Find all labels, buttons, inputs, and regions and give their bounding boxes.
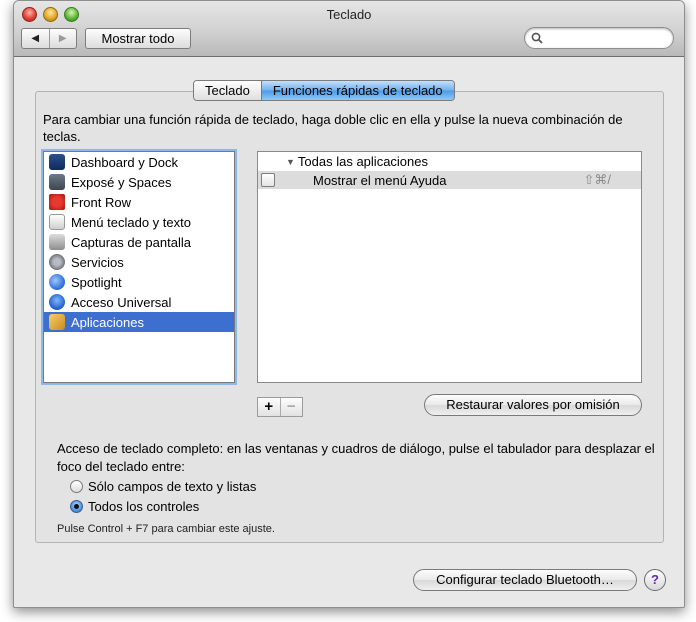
setup-bluetooth-keyboard-button[interactable]: Configurar teclado Bluetooth…: [413, 569, 637, 591]
category-label: Capturas de pantalla: [71, 234, 191, 250]
help-button[interactable]: ?: [644, 569, 666, 591]
window-title: Teclado: [326, 7, 372, 22]
category-item-keyboard-menu[interactable]: Menú teclado y texto: [44, 212, 234, 232]
radio-button[interactable]: [70, 479, 83, 493]
shortcut-enabled-checkbox[interactable]: [261, 173, 275, 187]
category-item-universal-access[interactable]: Acceso Universal: [44, 292, 234, 312]
front-row-icon: [49, 194, 65, 210]
restore-defaults-button[interactable]: Restaurar valores por omisión: [424, 394, 642, 416]
category-item-services[interactable]: Servicios: [44, 252, 234, 272]
services-gear-icon: [49, 254, 65, 270]
show-all-button[interactable]: Mostrar todo: [85, 28, 191, 49]
shortcut-group-label: Todas las aplicaciones: [297, 154, 428, 169]
shortcut-group-all-apps[interactable]: ▼ Todas las aplicaciones: [258, 152, 641, 171]
shortcut-hint-text: Pulse Control + F7 para cambiar este aju…: [57, 523, 275, 535]
tab-keyboard[interactable]: Teclado: [194, 81, 261, 100]
category-label: Aplicaciones: [71, 314, 144, 330]
back-forward-control: ◀ ▶: [21, 28, 77, 49]
tab-keyboard-shortcuts[interactable]: Funciones rápidas de teclado: [260, 81, 454, 100]
add-remove-control: + −: [257, 397, 303, 417]
expose-icon: [49, 174, 65, 190]
tab-bar: Teclado Funciones rápidas de teclado: [193, 80, 455, 101]
instructions-text: Para cambiar una función rápida de tecla…: [43, 112, 623, 144]
radio-text-fields-only[interactable]: Sólo campos de texto y listas: [70, 477, 256, 495]
spotlight-icon: [49, 274, 65, 290]
category-item-front-row[interactable]: Front Row: [44, 192, 234, 212]
universal-access-icon: [49, 294, 65, 310]
back-button[interactable]: ◀: [22, 29, 49, 48]
search-icon: [531, 32, 543, 44]
forward-button[interactable]: ▶: [48, 29, 77, 48]
shortcut-keys[interactable]: ⇧⌘/: [583, 172, 611, 188]
shortcut-category-list[interactable]: Dashboard y Dock Exposé y Spaces Front R…: [43, 151, 235, 383]
radio-label: Todos los controles: [88, 498, 200, 514]
toolbar: Teclado ◀ ▶ Mostrar todo: [14, 1, 684, 57]
radio-label: Sólo campos de texto y listas: [88, 478, 257, 494]
category-item-spotlight[interactable]: Spotlight: [44, 272, 234, 292]
category-label: Front Row: [71, 194, 131, 210]
category-item-dashboard[interactable]: Dashboard y Dock: [44, 152, 234, 172]
category-label: Exposé y Spaces: [71, 174, 172, 190]
category-label: Spotlight: [71, 274, 122, 290]
category-item-screenshots[interactable]: Capturas de pantalla: [44, 232, 234, 252]
category-label: Menú teclado y texto: [71, 214, 191, 230]
shortcut-list[interactable]: ▼ Todas las aplicaciones Mostrar el menú…: [257, 151, 642, 383]
keyboard-menu-icon: [49, 214, 65, 230]
shortcut-row[interactable]: Mostrar el menú Ayuda ⇧⌘/: [258, 171, 641, 189]
radio-button-selected[interactable]: [70, 499, 83, 513]
radio-all-controls[interactable]: Todos los controles: [70, 497, 199, 515]
category-item-expose[interactable]: Exposé y Spaces: [44, 172, 234, 192]
dashboard-icon: [49, 154, 65, 170]
category-label: Dashboard y Dock: [71, 154, 178, 170]
add-shortcut-button[interactable]: +: [258, 398, 280, 416]
applications-icon: [49, 314, 65, 330]
search-field[interactable]: [524, 27, 674, 49]
full-keyboard-access-text: Acceso de teclado completo: en las venta…: [57, 441, 655, 474]
category-item-applications[interactable]: Aplicaciones: [44, 312, 234, 332]
category-label: Servicios: [71, 254, 124, 270]
remove-shortcut-button[interactable]: −: [279, 398, 303, 416]
screenshot-icon: [49, 234, 65, 250]
shortcut-label: Mostrar el menú Ayuda: [313, 172, 447, 188]
disclosure-triangle-icon[interactable]: ▼: [286, 157, 295, 167]
category-label: Acceso Universal: [71, 294, 172, 310]
